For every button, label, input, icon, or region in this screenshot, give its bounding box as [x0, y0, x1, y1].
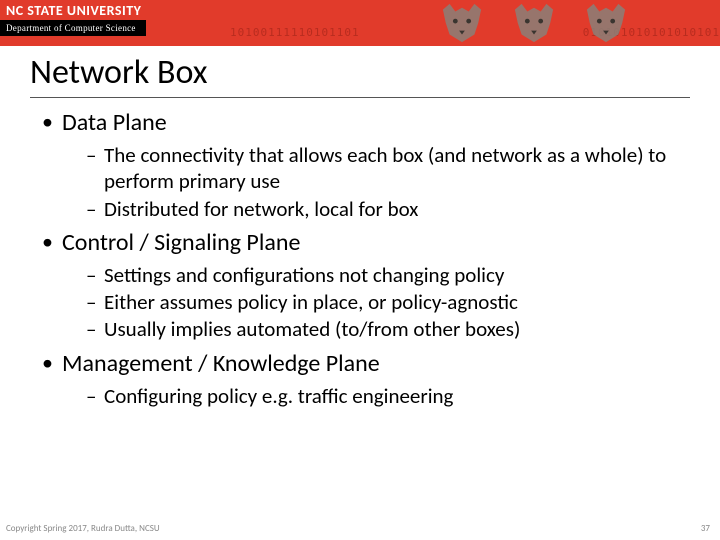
bullet-item: Data Plane The connectivity that allows … — [42, 108, 690, 222]
sub-bullet-item: Either assumes policy in place, or polic… — [86, 289, 690, 315]
department-name: Department of Computer Science — [0, 20, 146, 36]
wolf-icon — [582, 2, 630, 44]
sub-bullet-item: Distributed for network, local for box — [86, 196, 690, 222]
header-bar: NC STATE UNIVERSITY Department of Comput… — [0, 0, 720, 46]
slide-title: Network Box — [30, 52, 690, 98]
university-name: NC STATE UNIVERSITY — [6, 2, 141, 19]
wolf-icon — [438, 2, 486, 44]
binary-decoration-left: 10100111110101101 — [230, 26, 360, 39]
page-number: 37 — [701, 523, 710, 534]
slide-content: Network Box Data Plane The connectivity … — [0, 46, 720, 409]
sub-bullet-item: Configuring policy e.g. traffic engineer… — [86, 383, 690, 409]
sub-bullet-list: Configuring policy e.g. traffic engineer… — [62, 383, 690, 409]
bullet-item: Management / Knowledge Plane Configuring… — [42, 349, 690, 409]
bullet-list: Data Plane The connectivity that allows … — [30, 108, 690, 409]
sub-bullet-item: Settings and configurations not changing… — [86, 262, 690, 288]
university-logo: NC STATE UNIVERSITY — [0, 0, 141, 19]
bullet-item: Control / Signaling Plane Settings and c… — [42, 228, 690, 343]
bullet-text: Control / Signaling Plane — [62, 228, 300, 257]
footer: Copyright Spring 2017, Rudra Dutta, NCSU… — [6, 523, 710, 534]
bullet-text: Management / Knowledge Plane — [62, 349, 380, 378]
sub-bullet-item: Usually implies automated (to/from other… — [86, 316, 690, 342]
sub-bullet-list: Settings and configurations not changing… — [62, 262, 690, 343]
wolf-icon — [510, 2, 558, 44]
copyright-text: Copyright Spring 2017, Rudra Dutta, NCSU — [6, 523, 160, 534]
bullet-text: Data Plane — [62, 108, 167, 137]
sub-bullet-item: The connectivity that allows each box (a… — [86, 142, 690, 195]
sub-bullet-list: The connectivity that allows each box (a… — [62, 142, 690, 222]
